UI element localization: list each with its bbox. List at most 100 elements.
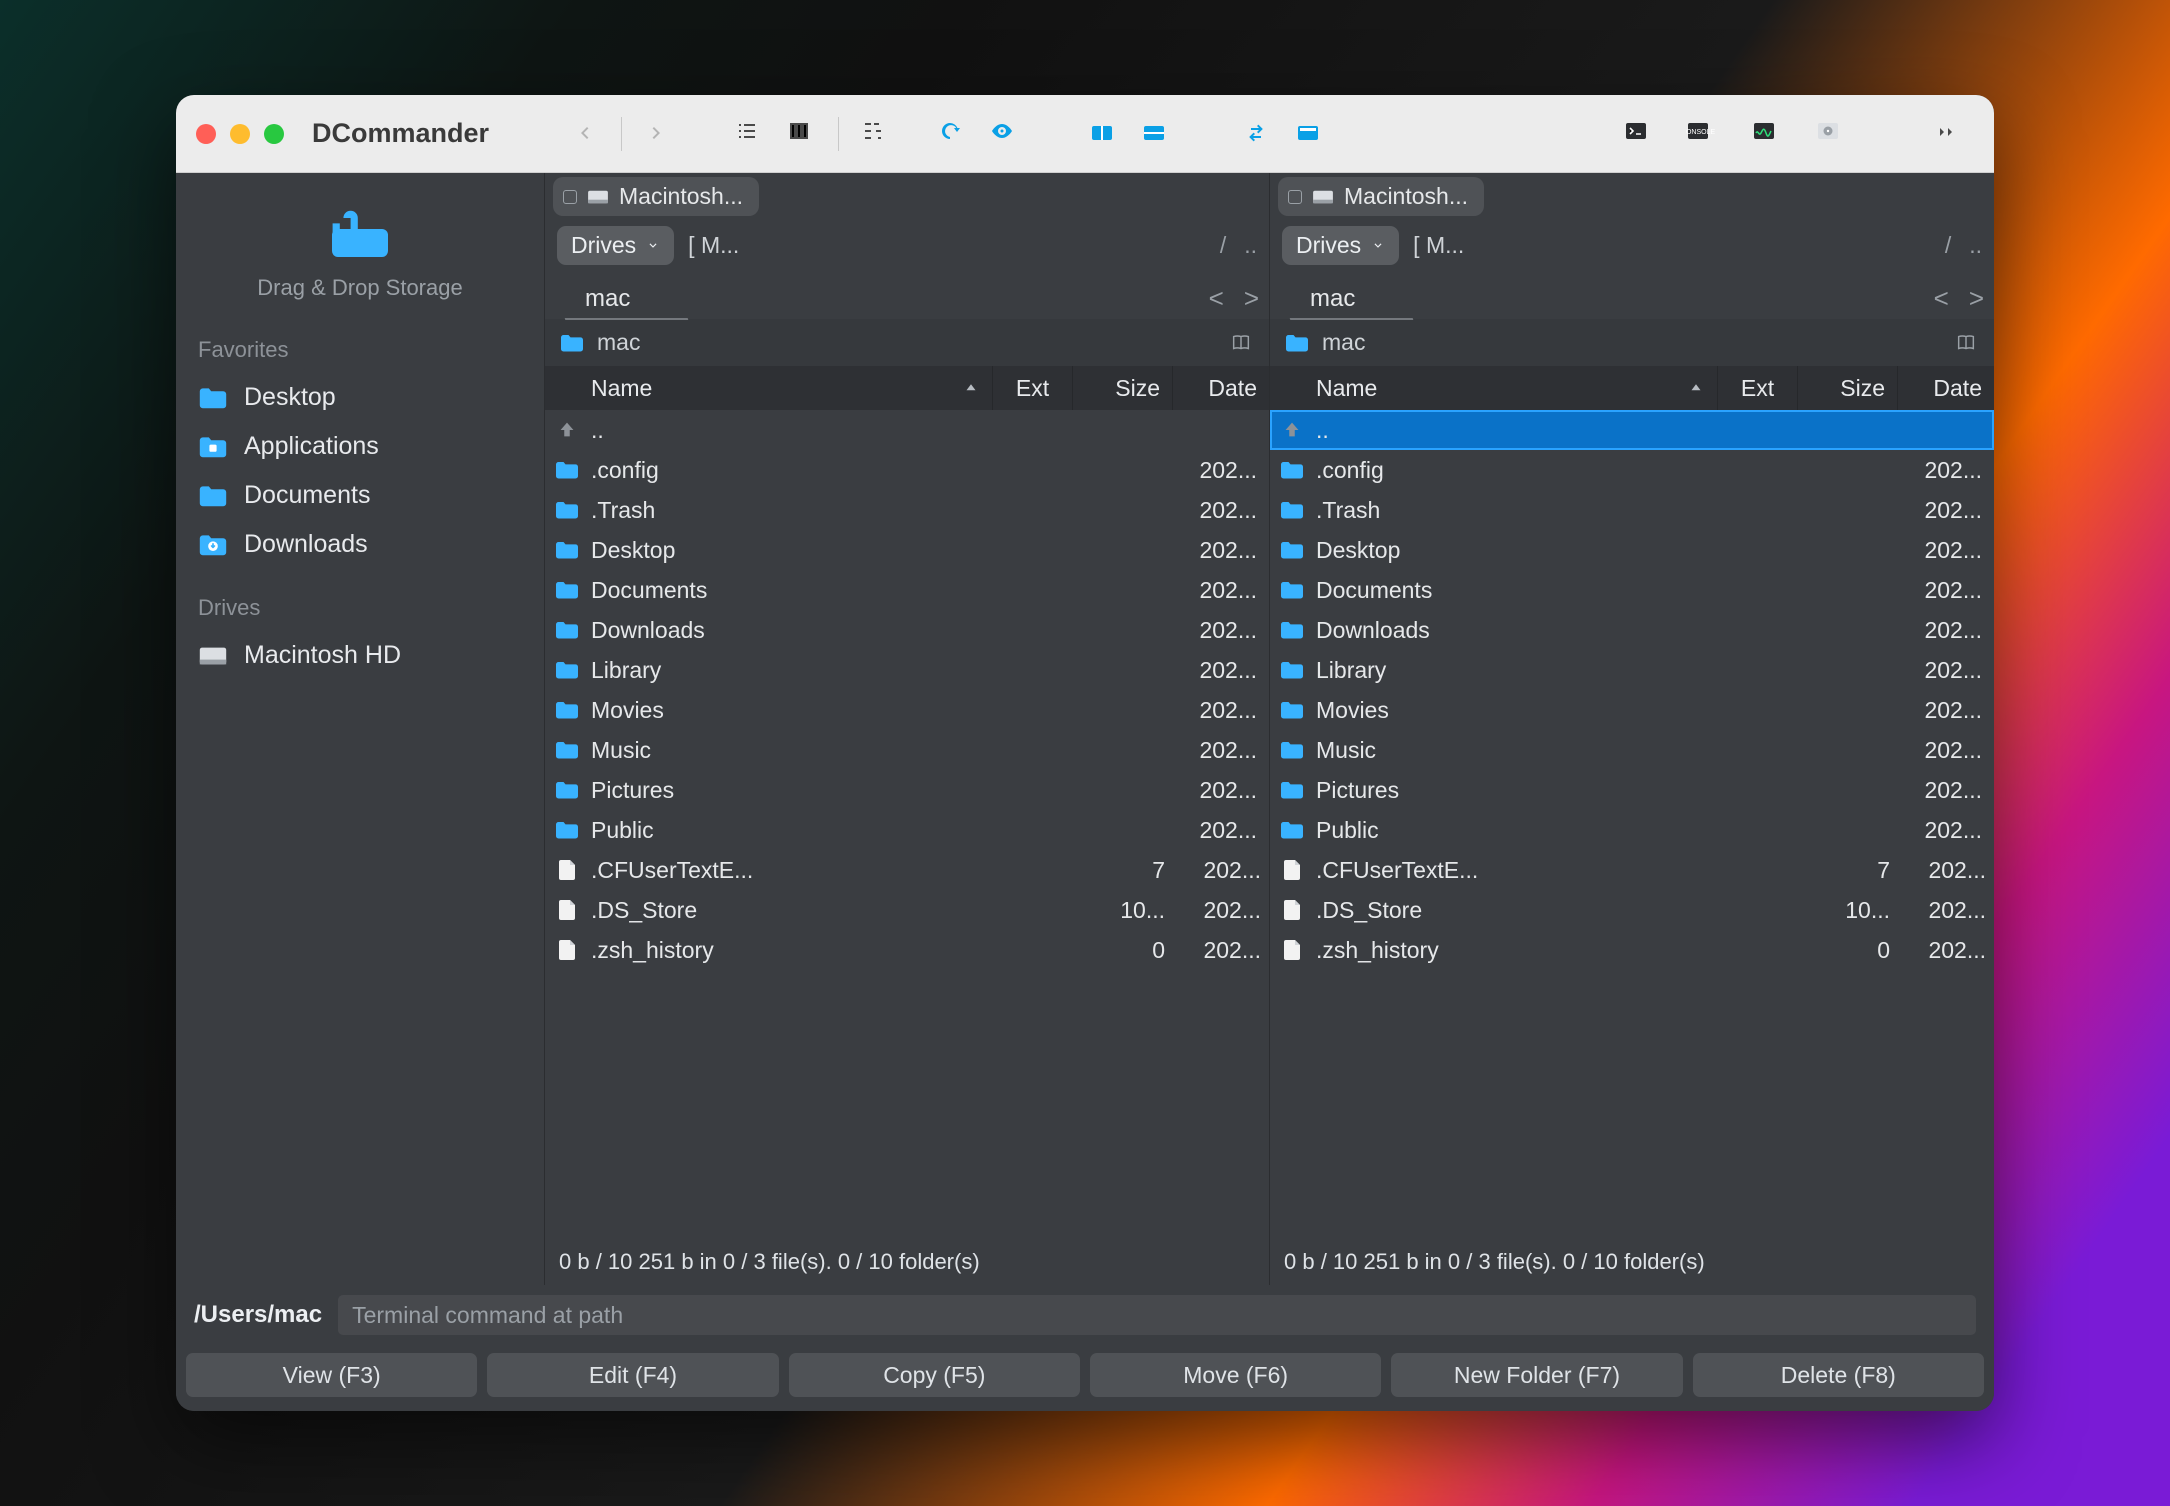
col-size[interactable]: Size <box>1073 366 1173 410</box>
file-date: 202... <box>1161 657 1257 684</box>
file-row[interactable]: .CFUserTextE... 7 202... <box>1270 850 1994 890</box>
file-row[interactable]: Music 202... <box>1270 730 1994 770</box>
swap-panels-button[interactable] <box>1239 112 1283 156</box>
file-row[interactable]: Movies 202... <box>545 690 1269 730</box>
breadcrumb-up[interactable]: .. <box>1244 232 1257 259</box>
file-row[interactable]: Public 202... <box>545 810 1269 850</box>
nav-forward-button[interactable] <box>636 112 680 156</box>
left-history-forward[interactable]: > <box>1244 283 1259 314</box>
close-tab-icon[interactable] <box>563 190 577 204</box>
file-row[interactable]: .zsh_history 0 202... <box>1270 930 1994 970</box>
file-row[interactable]: .CFUserTextE... 7 202... <box>545 850 1269 890</box>
file-row[interactable]: .config 202... <box>1270 450 1994 490</box>
file-size: 202... <box>1886 457 1986 484</box>
view-tree-button[interactable] <box>853 112 897 156</box>
col-ext[interactable]: Ext <box>1718 366 1798 410</box>
split-horizontal-button[interactable] <box>1137 112 1181 156</box>
file-row[interactable]: Documents 202... <box>545 570 1269 610</box>
file-row[interactable]: Library 202... <box>545 650 1269 690</box>
equal-panels-button[interactable] <box>1291 112 1335 156</box>
console-launcher[interactable] <box>1686 112 1730 156</box>
activity-launcher[interactable] <box>1750 112 1794 156</box>
file-row[interactable]: Downloads 202... <box>545 610 1269 650</box>
file-row[interactable]: .DS_Store 10... 202... <box>1270 890 1994 930</box>
sidebar-item-label: Documents <box>244 481 370 510</box>
left-breadcrumb[interactable]: [ M... <box>688 232 739 259</box>
disk-launcher[interactable] <box>1814 112 1858 156</box>
col-name[interactable]: Name <box>1270 366 1718 410</box>
right-breadcrumb[interactable]: [ M... <box>1413 232 1464 259</box>
breadcrumb-up[interactable]: .. <box>1969 232 1982 259</box>
fullscreen-window-button[interactable] <box>264 124 284 144</box>
folder-icon <box>1279 540 1305 560</box>
left-folder-tab[interactable]: mac <box>555 277 678 319</box>
terminal-launcher[interactable] <box>1622 112 1666 156</box>
file-row[interactable]: .zsh_history 0 202... <box>545 930 1269 970</box>
right-drives-button[interactable]: Drives <box>1282 226 1399 265</box>
sync-button[interactable] <box>931 112 975 156</box>
file-row[interactable]: Music 202... <box>545 730 1269 770</box>
right-volume-tab[interactable]: Macintosh... <box>1278 177 1484 216</box>
file-row[interactable]: Library 202... <box>1270 650 1994 690</box>
view-button[interactable]: View (F3) <box>186 1353 477 1397</box>
col-name[interactable]: Name <box>545 366 993 410</box>
preview-button[interactable] <box>983 112 1027 156</box>
file-row[interactable]: Desktop 202... <box>545 530 1269 570</box>
file-row[interactable]: .. <box>545 410 1269 450</box>
left-drives-button[interactable]: Drives <box>557 226 674 265</box>
file-icon <box>557 898 577 922</box>
right-path-label[interactable]: mac <box>1322 329 1365 356</box>
folder-icon <box>1279 780 1305 800</box>
split-vertical-button[interactable] <box>1085 112 1129 156</box>
file-name: .config <box>589 457 1081 484</box>
file-row[interactable]: Desktop 202... <box>1270 530 1994 570</box>
bookmark-icon[interactable] <box>1952 332 1980 354</box>
left-history-back[interactable]: < <box>1209 283 1224 314</box>
right-file-list[interactable]: .. .config 202... .Trash 202... Desktop … <box>1270 410 1994 1239</box>
view-brief-button[interactable] <box>728 112 772 156</box>
sidebar-item-applications[interactable]: Applications <box>176 422 544 471</box>
file-row[interactable]: .Trash 202... <box>545 490 1269 530</box>
terminal-input[interactable]: Terminal command at path <box>338 1295 1976 1335</box>
view-full-button[interactable] <box>780 112 824 156</box>
file-row[interactable]: Documents 202... <box>1270 570 1994 610</box>
left-file-list[interactable]: .. .config 202... .Trash 202... Desktop … <box>545 410 1269 1239</box>
col-ext[interactable]: Ext <box>993 366 1073 410</box>
close-tab-icon[interactable] <box>1288 190 1302 204</box>
file-row[interactable]: Downloads 202... <box>1270 610 1994 650</box>
dropzone[interactable]: Drag & Drop Storage <box>176 187 544 311</box>
right-history-back[interactable]: < <box>1934 283 1949 314</box>
edit-button[interactable]: Edit (F4) <box>487 1353 778 1397</box>
delete-button[interactable]: Delete (F8) <box>1693 1353 1984 1397</box>
copy-button[interactable]: Copy (F5) <box>789 1353 1080 1397</box>
file-date: 202... <box>1161 737 1257 764</box>
file-row[interactable]: .config 202... <box>545 450 1269 490</box>
file-row[interactable]: Public 202... <box>1270 810 1994 850</box>
left-path-label[interactable]: mac <box>597 329 640 356</box>
left-volume-tab[interactable]: Macintosh... <box>553 177 759 216</box>
file-row[interactable]: .Trash 202... <box>1270 490 1994 530</box>
file-row[interactable]: Movies 202... <box>1270 690 1994 730</box>
minimize-window-button[interactable] <box>230 124 250 144</box>
file-row[interactable]: .DS_Store 10... 202... <box>545 890 1269 930</box>
toolbar-overflow-button[interactable] <box>1926 112 1970 156</box>
folder-icon <box>554 740 580 760</box>
file-row[interactable]: Pictures 202... <box>545 770 1269 810</box>
move-button[interactable]: Move (F6) <box>1090 1353 1381 1397</box>
right-folder-tab[interactable]: mac <box>1280 277 1403 319</box>
file-row[interactable]: Pictures 202... <box>1270 770 1994 810</box>
new-folder-button[interactable]: New Folder (F7) <box>1391 1353 1682 1397</box>
col-size[interactable]: Size <box>1798 366 1898 410</box>
close-window-button[interactable] <box>196 124 216 144</box>
right-history-forward[interactable]: > <box>1969 283 1984 314</box>
sidebar-item-documents[interactable]: Documents <box>176 471 544 520</box>
nav-back-button[interactable] <box>563 112 607 156</box>
col-date[interactable]: Date <box>1173 366 1269 410</box>
bookmark-icon[interactable] <box>1227 332 1255 354</box>
sidebar-drive-item[interactable]: Macintosh HD <box>176 631 544 680</box>
left-breadcrumb-row: Drives [ M... / .. <box>545 216 1269 271</box>
sidebar-item-downloads[interactable]: Downloads <box>176 520 544 569</box>
sidebar-item-desktop[interactable]: Desktop <box>176 373 544 422</box>
file-row[interactable]: .. <box>1270 410 1994 450</box>
col-date[interactable]: Date <box>1898 366 1994 410</box>
